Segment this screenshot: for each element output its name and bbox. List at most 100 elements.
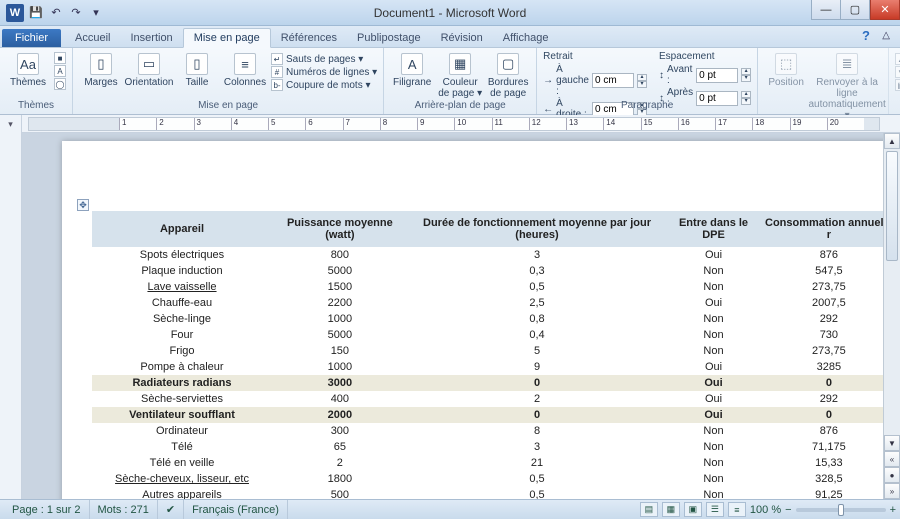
orientation-icon: ▭: [138, 53, 160, 75]
status-page[interactable]: Page : 1 sur 2: [4, 500, 90, 519]
indent-left-icon: →: [543, 75, 553, 86]
tab-mise-en-page[interactable]: Mise en page: [183, 28, 271, 48]
selection-pane-button[interactable]: ▤Volet Sélection: [895, 79, 900, 91]
themes-button[interactable]: Aa Thèmes: [6, 51, 50, 88]
quick-access-toolbar: 💾 ↶ ↷ ▾: [28, 5, 104, 21]
minimize-ribbon-icon[interactable]: △: [882, 30, 890, 41]
table-row: Sèche-serviettes4002Oui292: [92, 391, 897, 407]
table-cell: Non: [666, 327, 760, 343]
tab-affichage[interactable]: Affichage: [493, 29, 559, 47]
table-cell: Plaque induction: [92, 263, 272, 279]
redo-icon[interactable]: ↷: [68, 5, 84, 21]
spin-up[interactable]: ▴: [637, 74, 647, 81]
orientation-button[interactable]: ▭Orientation: [127, 51, 171, 88]
table-header: Entre dans le DPE: [666, 211, 760, 247]
table-cell: Oui: [666, 375, 760, 391]
undo-icon[interactable]: ↶: [48, 5, 64, 21]
help-icon[interactable]: ?: [862, 28, 870, 43]
table-row: Télé en veille221Non15,33: [92, 455, 897, 471]
next-page-button[interactable]: »: [884, 483, 900, 499]
close-button[interactable]: ✕: [870, 0, 900, 20]
app-icon: W: [6, 4, 24, 22]
table-cell: Pompe à chaleur: [92, 359, 272, 375]
tab-révision[interactable]: Révision: [431, 29, 493, 47]
qat-more-icon[interactable]: ▾: [88, 5, 104, 21]
tab-accueil[interactable]: Accueil: [65, 29, 120, 47]
browse-object-button[interactable]: ●: [884, 467, 900, 483]
table-cell: Non: [666, 279, 760, 295]
zoom-slider[interactable]: [796, 508, 886, 512]
vertical-ruler[interactable]: [0, 133, 22, 499]
hyphenation-button[interactable]: b-Coupure de mots ▾: [271, 79, 377, 91]
tab-insertion[interactable]: Insertion: [120, 29, 182, 47]
size-button[interactable]: ▯Taille: [175, 51, 219, 88]
view-print-layout-icon[interactable]: ▤: [640, 502, 658, 517]
minimize-button[interactable]: —: [811, 0, 841, 20]
status-proofing-icon[interactable]: ✔: [158, 500, 184, 519]
table-cell: 2,5: [408, 295, 667, 311]
table-cell: 2: [272, 455, 408, 471]
indent-left-input[interactable]: [592, 73, 634, 88]
horizontal-ruler[interactable]: 1234567891011121314151617181920: [28, 117, 880, 131]
theme-fonts-icon[interactable]: A: [54, 65, 66, 77]
watermark-button[interactable]: AFiligrane: [390, 51, 434, 88]
table-cell: Non: [666, 311, 760, 327]
save-icon[interactable]: 💾: [28, 5, 44, 21]
breaks-button[interactable]: ↵Sauts de pages ▾: [271, 53, 377, 65]
table-cell: Oui: [666, 391, 760, 407]
table-cell: Télé en veille: [92, 455, 272, 471]
zoom-label[interactable]: 100 %: [750, 504, 781, 516]
zoom-handle[interactable]: [838, 504, 844, 516]
margins-button[interactable]: ▯Marges: [79, 51, 123, 88]
space-before-icon: ↕: [659, 70, 664, 81]
table-cell: 0: [408, 375, 667, 391]
table-cell: 0: [408, 407, 667, 423]
scroll-thumb[interactable]: [886, 151, 898, 261]
table-cell: 800: [272, 247, 408, 263]
status-words[interactable]: Mots : 271: [90, 500, 158, 519]
table-cell: Non: [666, 343, 760, 359]
group-page-setup: ▯Marges ▭Orientation ▯Taille ≡Colonnes ↵…: [73, 48, 384, 114]
view-fullscreen-icon[interactable]: ▦: [662, 502, 680, 517]
columns-button[interactable]: ≡Colonnes: [223, 51, 267, 88]
view-draft-icon[interactable]: ≡: [728, 502, 746, 517]
prev-page-button[interactable]: «: [884, 451, 900, 467]
table-cell: Non: [666, 455, 760, 471]
window-title: Document1 - Microsoft Word: [374, 6, 527, 20]
position-icon: ⬚: [775, 53, 797, 75]
table-cell: 292: [761, 391, 897, 407]
maximize-button[interactable]: ▢: [840, 0, 870, 20]
page[interactable]: ✥ AppareilPuissance moyenne (watt)Durée …: [62, 141, 900, 499]
scroll-down-button[interactable]: ▼: [884, 435, 900, 451]
table-anchor-icon[interactable]: ✥: [77, 199, 89, 211]
view-web-icon[interactable]: ▣: [684, 502, 702, 517]
watermark-icon: A: [401, 53, 423, 75]
status-language[interactable]: Français (France): [184, 500, 288, 519]
table-cell: 1000: [272, 359, 408, 375]
zoom-out-button[interactable]: −: [785, 504, 791, 516]
table-cell: Oui: [666, 295, 760, 311]
theme-colors-icon[interactable]: ■: [54, 52, 66, 64]
page-color-button[interactable]: ▦Couleur de page ▾: [438, 51, 482, 99]
ruler-corner: ▾: [0, 115, 22, 133]
zoom-in-button[interactable]: +: [890, 504, 896, 516]
tab-file[interactable]: Fichier: [2, 29, 61, 47]
tab-références[interactable]: Références: [271, 29, 347, 47]
space-before-input[interactable]: [696, 68, 738, 83]
table-cell: 5: [408, 343, 667, 359]
theme-effects-icon[interactable]: ◯: [54, 78, 66, 90]
vertical-scrollbar[interactable]: ▲ ▼ « ● »: [883, 133, 900, 499]
tab-publipostage[interactable]: Publipostage: [347, 29, 431, 47]
table-row: Four50000,4Non730: [92, 327, 897, 343]
table-cell: 500: [272, 487, 408, 499]
table-cell: 1500: [272, 279, 408, 295]
table-cell: 0,5: [408, 279, 667, 295]
line-numbers-button[interactable]: #Numéros de lignes ▾: [271, 66, 377, 78]
table-cell: 15,33: [761, 455, 897, 471]
size-icon: ▯: [186, 53, 208, 75]
scroll-up-button[interactable]: ▲: [884, 133, 900, 149]
view-outline-icon[interactable]: ☰: [706, 502, 724, 517]
page-borders-button[interactable]: ▢Bordures de page: [486, 51, 530, 99]
spin-down[interactable]: ▾: [637, 81, 647, 88]
table-cell: 3: [408, 439, 667, 455]
